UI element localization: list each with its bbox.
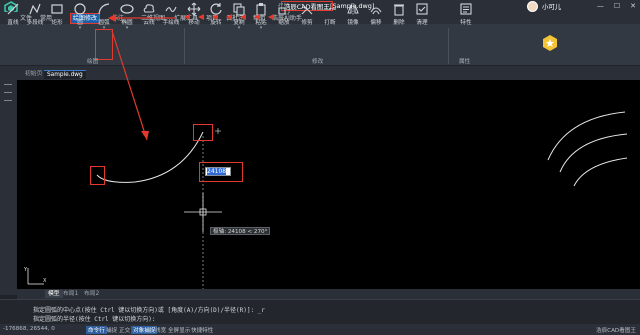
toggle-lineweight[interactable]: 线宽: [155, 326, 166, 334]
layout-tabs: 模型 布局1 布局2: [17, 289, 640, 299]
toggle-command-line[interactable]: 命令行: [86, 326, 107, 334]
radius-value[interactable]: 24108: [207, 168, 227, 175]
tab-layout1[interactable]: 布局1: [60, 290, 81, 298]
toggle-snap[interactable]: 捕捉: [106, 326, 117, 334]
status-bar: -176868, 26544, 0 命令行 捕捉 正交 对象捕捉 线宽 全屏显示…: [0, 324, 640, 335]
svg-text:Y: Y: [23, 267, 28, 273]
cursor-coordinates: -176868, 26544, 0: [3, 326, 55, 332]
toggle-fullscreen[interactable]: 全屏显示: [168, 326, 190, 334]
tab-layout2[interactable]: 布局2: [81, 290, 102, 298]
command-prompt[interactable]: 指定圆弧的半径(按住 Ctrl 键以切换方向):: [33, 314, 156, 323]
radius-input[interactable]: 24108: [205, 167, 231, 176]
status-app-name: 浩辰CAD看图王: [595, 328, 636, 334]
command-line[interactable]: 指定圆弧的中心点(按住 Ctrl 键以切换方向)或 [角度(A)/方向(D)/半…: [0, 299, 640, 324]
command-history-line: 指定圆弧的中心点(按住 Ctrl 键以切换方向)或 [角度(A)/方向(D)/半…: [33, 307, 265, 314]
arc-startpoint-highlight: [90, 166, 105, 185]
arc-endpoint-highlight: [193, 124, 213, 141]
polar-tooltip: 极轴: 24108 < 270°: [210, 227, 271, 235]
toggle-object-snap[interactable]: 对象捕捉: [131, 326, 158, 334]
toggle-ortho[interactable]: 正交: [119, 326, 130, 334]
svg-text:X: X: [43, 278, 47, 284]
toggle-quick-properties[interactable]: 快捷特性: [191, 326, 213, 334]
